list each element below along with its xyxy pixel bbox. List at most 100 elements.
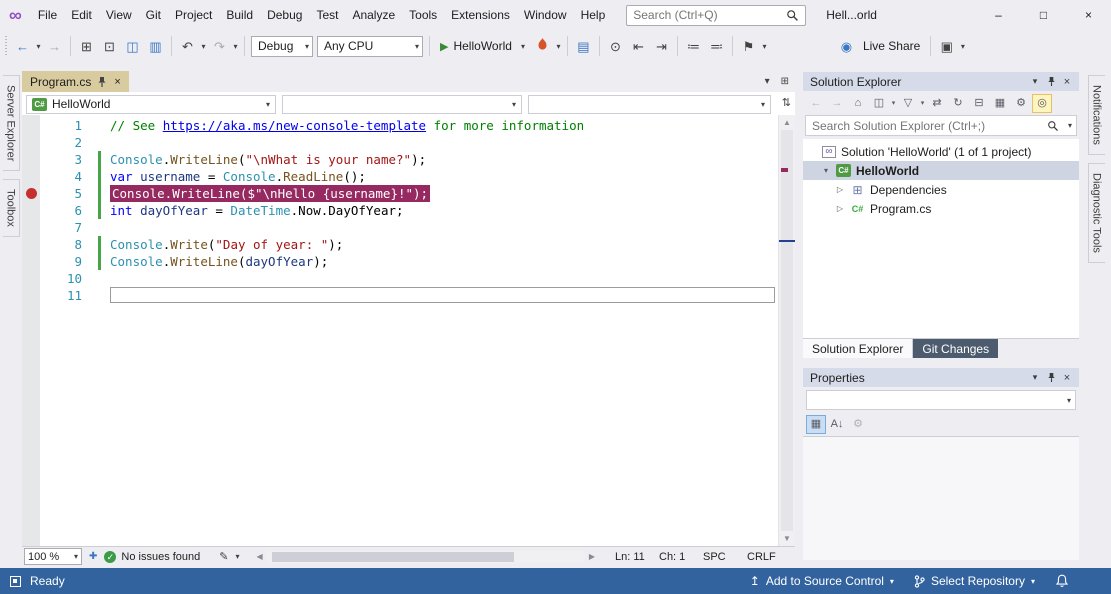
- zoom-dropdown[interactable]: 100 % ▾: [24, 548, 82, 565]
- tool-tab-server-explorer[interactable]: Server Explorer: [3, 75, 20, 171]
- code-cleanup-button[interactable]: ✎▾: [219, 550, 239, 563]
- home-icon[interactable]: ⌂: [848, 94, 868, 113]
- code-line-2[interactable]: 2: [22, 134, 778, 151]
- tool-tab-toolbox[interactable]: Toolbox: [3, 179, 20, 237]
- maximize-button[interactable]: □: [1021, 0, 1066, 30]
- glyph-margin-cell[interactable]: [22, 236, 40, 253]
- quick-search-box[interactable]: Search (Ctrl+Q): [626, 5, 806, 26]
- code-line-6[interactable]: 6int dayOfYear = DateTime.Now.DayOfYear;: [22, 202, 778, 219]
- navigate-forward-icon[interactable]: →: [43, 35, 66, 58]
- editor-options-icon[interactable]: ⊞: [781, 76, 789, 87]
- vertical-scrollbar[interactable]: ▲ ▼: [778, 115, 795, 546]
- code-editor[interactable]: 1// See https://aka.ms/new-console-templ…: [22, 115, 795, 546]
- categorized-icon[interactable]: ▦: [806, 415, 826, 434]
- comment-selection-icon[interactable]: ≔: [682, 35, 705, 58]
- glyph-margin-cell[interactable]: [22, 287, 40, 304]
- alphabetical-icon[interactable]: A↓: [827, 415, 847, 434]
- new-project-icon[interactable]: ⊞: [75, 35, 98, 58]
- redo-icon[interactable]: ↷: [208, 35, 231, 58]
- glyph-margin-cell[interactable]: [22, 202, 40, 219]
- code-line-8[interactable]: 8Console.Write("Day of year: ");: [22, 236, 778, 253]
- glyph-margin-cell[interactable]: [22, 151, 40, 168]
- code-line-7[interactable]: 7: [22, 219, 778, 236]
- horizontal-scrollbar[interactable]: ◀ ▶: [253, 547, 599, 566]
- menu-project[interactable]: Project: [168, 5, 219, 25]
- select-repository-button[interactable]: Select Repository ▾: [914, 574, 1035, 588]
- menu-edit[interactable]: Edit: [64, 5, 99, 25]
- tab-program-cs[interactable]: Program.cs ×: [22, 71, 129, 92]
- notifications-bell-icon[interactable]: [1055, 574, 1069, 588]
- close-button[interactable]: ×: [1066, 0, 1111, 30]
- start-debugging-button[interactable]: ▶HelloWorld▾: [434, 35, 531, 58]
- menu-window[interactable]: Window: [517, 5, 574, 25]
- code-line-3[interactable]: 3Console.WriteLine("\nWhat is your name?…: [22, 151, 778, 168]
- menu-help[interactable]: Help: [574, 5, 613, 25]
- type-dropdown[interactable]: ▾: [282, 95, 522, 114]
- increase-line-indent-icon[interactable]: ⇥: [650, 35, 673, 58]
- scrollbar-thumb[interactable]: [781, 130, 793, 531]
- indent-mode-indicator[interactable]: SPC: [703, 551, 747, 563]
- minimize-button[interactable]: –: [976, 0, 1021, 30]
- menu-view[interactable]: View: [99, 5, 139, 25]
- pin-icon[interactable]: [97, 76, 107, 88]
- chevron-down-icon[interactable]: ▾: [1068, 121, 1072, 130]
- tree-item-program-cs[interactable]: ▷C#Program.cs: [803, 199, 1079, 218]
- hscrollbar-thumb[interactable]: [272, 552, 514, 562]
- menu-analyze[interactable]: Analyze: [345, 5, 402, 25]
- refresh-icon[interactable]: ↻: [948, 94, 968, 113]
- solution-platforms-dropdown[interactable]: Any CPU▾: [317, 36, 423, 57]
- menu-git[interactable]: Git: [139, 5, 168, 25]
- panel-tab-solution-explorer[interactable]: Solution Explorer: [803, 339, 913, 358]
- decrease-line-indent-icon[interactable]: ⇤: [627, 35, 650, 58]
- uncomment-selection-icon[interactable]: ≕: [705, 35, 728, 58]
- glyph-margin-cell[interactable]: [22, 270, 40, 287]
- chevron-down-icon[interactable]: ▾: [554, 42, 563, 51]
- tool-tab-notifications[interactable]: Notifications: [1088, 75, 1105, 155]
- add-to-source-control-button[interactable]: ↥ Add to Source Control ▾: [750, 574, 894, 588]
- line-ending-indicator[interactable]: CRLF: [747, 551, 791, 563]
- solution-search-box[interactable]: Search Solution Explorer (Ctrl+;) ▾: [805, 115, 1077, 136]
- tab-list-dropdown-icon[interactable]: ▾: [765, 76, 770, 87]
- collapse-all-icon[interactable]: ⊟: [969, 94, 989, 113]
- scroll-down-icon[interactable]: ▼: [779, 531, 795, 546]
- chevron-down-icon[interactable]: ▾: [231, 42, 240, 51]
- property-pages-icon[interactable]: ⚙: [848, 415, 868, 434]
- project-dropdown[interactable]: C# HelloWorld ▾: [26, 95, 276, 114]
- code-line-11[interactable]: 11: [22, 287, 778, 304]
- navigate-backward-icon[interactable]: ←: [11, 35, 34, 58]
- chevron-down-icon[interactable]: ▾: [199, 42, 208, 51]
- pin-icon[interactable]: [1043, 76, 1059, 87]
- menu-build[interactable]: Build: [219, 5, 260, 25]
- code-line-9[interactable]: 9Console.WriteLine(dayOfYear);: [22, 253, 778, 270]
- expand-arrow-icon[interactable]: ▷: [835, 204, 845, 213]
- chevron-down-icon[interactable]: ▾: [958, 42, 967, 51]
- tool-tab-diagnostic-tools[interactable]: Diagnostic Tools: [1088, 163, 1105, 263]
- chevron-down-icon[interactable]: ▾: [34, 42, 43, 51]
- close-icon[interactable]: ×: [1059, 372, 1075, 384]
- panel-tab-git-changes[interactable]: Git Changes: [913, 339, 998, 358]
- scroll-left-icon[interactable]: ◀: [253, 552, 267, 561]
- scroll-up-icon[interactable]: ▲: [779, 115, 795, 130]
- window-options-icon[interactable]: ▾: [1027, 372, 1043, 383]
- code-line-10[interactable]: 10: [22, 270, 778, 287]
- glyph-margin-cell[interactable]: [22, 185, 40, 202]
- open-file-icon[interactable]: ⊡: [98, 35, 121, 58]
- health-indicator-icon[interactable]: ✚: [89, 551, 97, 562]
- scrollbar-track[interactable]: [779, 130, 795, 531]
- save-icon[interactable]: ◫: [121, 35, 144, 58]
- tree-item-solution-helloworld-1-of-1-project[interactable]: ▷∞Solution 'HelloWorld' (1 of 1 project): [803, 142, 1079, 161]
- display-quick-info-icon[interactable]: ⊙: [604, 35, 627, 58]
- object-dropdown[interactable]: ▾: [806, 390, 1076, 410]
- hscrollbar-track[interactable]: [267, 551, 585, 563]
- pending-changes-filter-icon[interactable]: ▽: [898, 94, 918, 113]
- switch-views-icon[interactable]: ◫: [869, 94, 889, 113]
- properties-icon[interactable]: ⚙: [1011, 94, 1031, 113]
- properties-grid[interactable]: [803, 436, 1079, 560]
- toggle-bookmark-icon[interactable]: ⚑: [737, 35, 760, 58]
- code-line-5[interactable]: 5Console.WriteLine($"\nHello {username}!…: [22, 185, 778, 202]
- send-feedback-icon[interactable]: ▣: [935, 35, 958, 58]
- code-line-1[interactable]: 1// See https://aka.ms/new-console-templ…: [22, 117, 778, 134]
- split-window-button[interactable]: ⇅: [782, 96, 791, 109]
- solution-configurations-dropdown[interactable]: Debug▾: [251, 36, 313, 57]
- show-all-files-icon[interactable]: ▦: [990, 94, 1010, 113]
